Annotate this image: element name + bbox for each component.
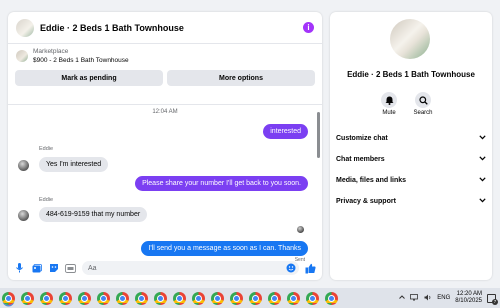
avatar[interactable] — [18, 210, 29, 221]
chrome-icon[interactable] — [135, 291, 148, 305]
chrome-icon[interactable] — [2, 291, 15, 305]
clock-time: 12:20 AM — [456, 291, 482, 297]
taskbar-apps — [0, 291, 338, 305]
avatar[interactable] — [18, 160, 29, 171]
message-input-placeholder: Aa — [88, 264, 97, 272]
section-label: Chat members — [336, 156, 385, 163]
system-tray: ENG 12:20 AM 8/10/2025 7 — [399, 288, 498, 308]
avatar[interactable] — [16, 18, 34, 37]
more-options-button[interactable]: More options — [167, 70, 315, 86]
microphone-icon[interactable] — [14, 263, 25, 274]
listing-summary[interactable]: Marketplace $900 - 2 Beds 1 Bath Townhou… — [8, 44, 322, 68]
mute-button[interactable]: Mute — [374, 92, 404, 116]
section-customize-chat[interactable]: Customize chat — [336, 128, 486, 149]
section-privacy-support[interactable]: Privacy & support — [336, 191, 486, 212]
chevron-down-icon — [479, 135, 486, 142]
chevron-down-icon — [479, 156, 486, 163]
chrome-icon[interactable] — [249, 291, 262, 305]
bell-icon — [381, 92, 397, 108]
section-label: Privacy & support — [336, 198, 396, 205]
language-indicator[interactable]: ENG — [437, 295, 450, 301]
avatar[interactable] — [390, 19, 430, 59]
chrome-icon[interactable] — [78, 291, 91, 305]
scrollbar[interactable] — [317, 112, 320, 158]
info-sections: Customize chat Chat members Media, files… — [336, 128, 486, 212]
chrome-icon[interactable] — [325, 291, 338, 305]
volume-icon[interactable] — [424, 294, 432, 303]
chat-header: Eddie · 2 Beds 1 Bath Townhouse i — [8, 12, 322, 44]
listing-actions: Mark as pending More options — [8, 68, 322, 92]
conversation-title[interactable]: Eddie · 2 Beds 1 Bath Townhouse — [40, 23, 303, 33]
divider — [8, 104, 322, 105]
thumbs-up-icon[interactable] — [305, 263, 316, 274]
message-input[interactable]: Aa — [82, 261, 299, 275]
info-icon[interactable]: i — [303, 22, 314, 33]
section-chat-members[interactable]: Chat members — [336, 149, 486, 170]
chrome-icon[interactable] — [230, 291, 243, 305]
notification-icon[interactable]: 7 — [487, 293, 498, 305]
seen-avatar-icon — [297, 226, 304, 233]
chrome-icon[interactable] — [192, 291, 205, 305]
mute-label: Mute — [382, 110, 396, 116]
chrome-icon[interactable] — [97, 291, 110, 305]
message-out[interactable]: interested — [263, 124, 308, 139]
section-media-files-links[interactable]: Media, files and links — [336, 170, 486, 191]
chrome-icon[interactable] — [59, 291, 72, 305]
search-button[interactable]: Search — [408, 92, 438, 116]
clock-date: 8/10/2025 — [455, 298, 482, 304]
composer: Aa — [8, 256, 322, 280]
message-out[interactable]: I'll send you a message as soon as I can… — [141, 241, 308, 256]
chrome-icon[interactable] — [268, 291, 281, 305]
search-icon — [415, 92, 431, 108]
listing-thumbnail — [16, 50, 28, 62]
chevron-down-icon — [479, 198, 486, 205]
clock[interactable]: 12:20 AM 8/10/2025 — [455, 291, 482, 305]
chevron-down-icon — [479, 177, 486, 184]
chrome-icon[interactable] — [211, 291, 224, 305]
network-icon[interactable] — [410, 293, 419, 303]
mark-as-pending-button[interactable]: Mark as pending — [15, 70, 163, 86]
photo-icon[interactable] — [31, 263, 42, 274]
section-label: Media, files and links — [336, 177, 407, 184]
message-in[interactable]: Yes I'm interested — [39, 157, 109, 172]
listing-tag: Marketplace — [33, 48, 69, 55]
chrome-icon[interactable] — [40, 291, 53, 305]
info-panel-title: Eddie · 2 Beds 1 Bath Townhouse — [347, 70, 475, 79]
notification-count: 7 — [492, 298, 498, 305]
message-in[interactable]: 484-619-9159 that my number — [39, 207, 148, 222]
message-thread: 12:04 AM interested Eddie Yes I'm intere… — [8, 104, 322, 264]
message-out[interactable]: Please share your number I'll get back t… — [135, 176, 308, 191]
sender-name: Eddie — [39, 197, 54, 203]
chrome-icon[interactable] — [154, 291, 167, 305]
sticker-icon[interactable] — [48, 263, 59, 274]
search-label: Search — [413, 110, 433, 116]
chrome-icon[interactable] — [306, 291, 319, 305]
chrome-icon[interactable] — [21, 291, 34, 305]
sender-name: Eddie — [39, 146, 54, 152]
chrome-icon[interactable] — [173, 291, 186, 305]
chrome-icon[interactable] — [116, 291, 129, 305]
gif-icon[interactable] — [65, 263, 76, 274]
section-label: Customize chat — [336, 135, 388, 142]
chevron-up-icon[interactable] — [399, 295, 406, 301]
conversation-info-panel: Eddie · 2 Beds 1 Bath Townhouse Mute Sea… — [330, 12, 492, 280]
message-timestamp: 12:04 AM — [152, 109, 178, 115]
listing-price: $900 - 2 Beds 1 Bath Townhouse — [33, 57, 129, 64]
chrome-icon[interactable] — [287, 291, 300, 305]
emoji-icon[interactable] — [286, 263, 296, 275]
taskbar: ENG 12:20 AM 8/10/2025 7 — [0, 288, 500, 308]
chat-panel: Eddie · 2 Beds 1 Bath Townhouse i Market… — [8, 12, 322, 280]
